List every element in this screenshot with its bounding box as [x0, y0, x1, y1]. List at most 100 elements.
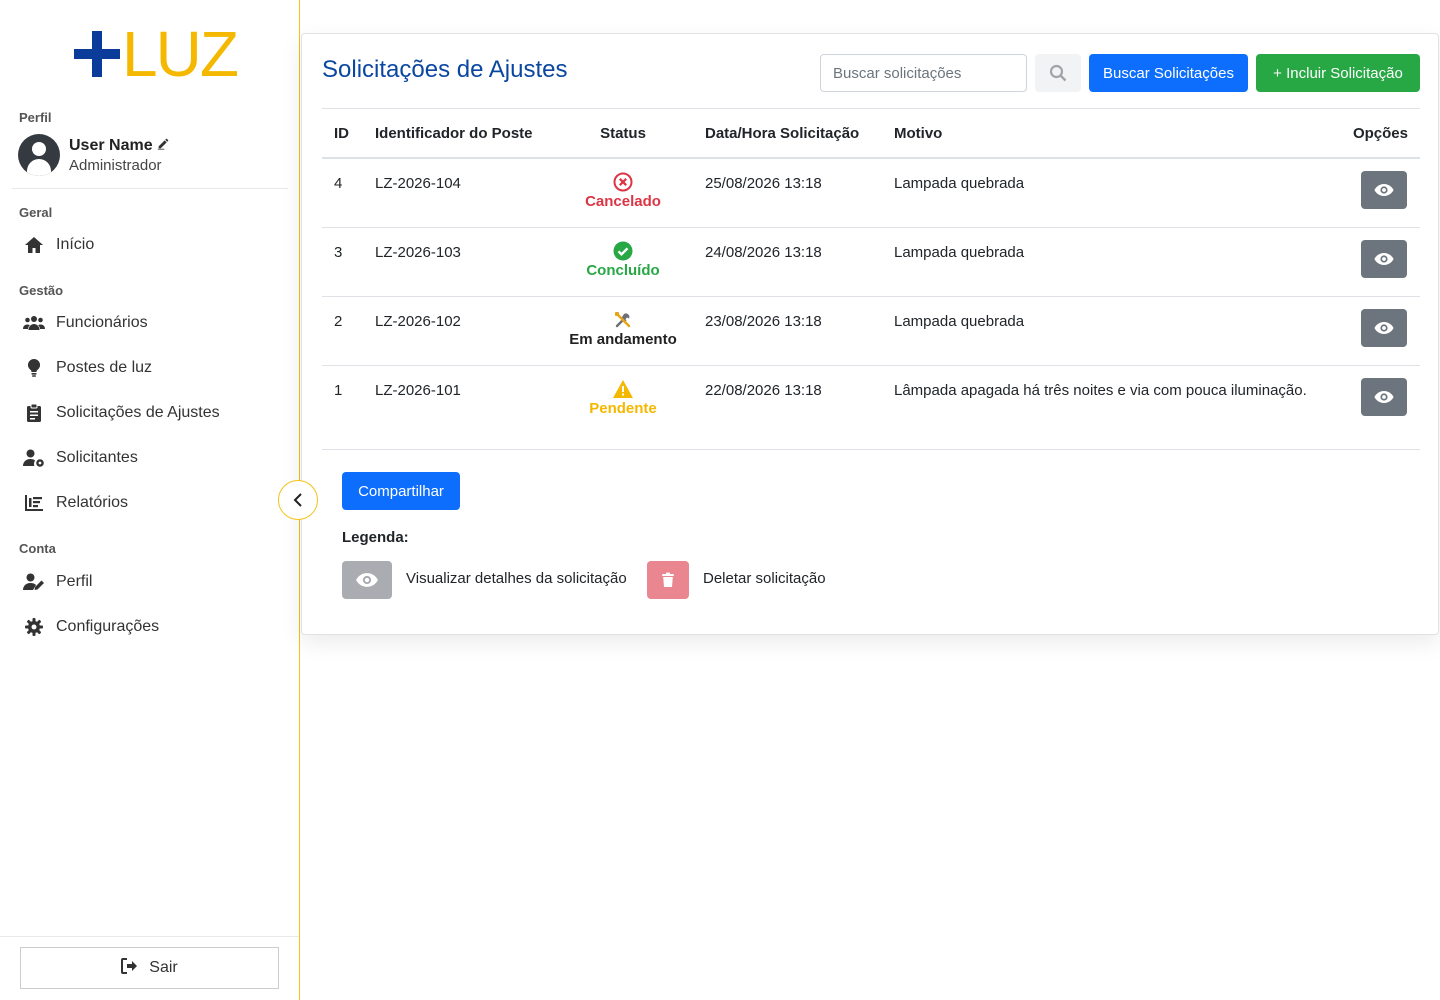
cell-motivo: Lampada quebrada — [894, 313, 1025, 330]
eye-icon — [356, 573, 378, 587]
cell-id: 3 — [334, 244, 343, 261]
table-row: 2 LZ-2026-102 Em andamento 23/08/2026 13… — [322, 297, 1420, 366]
chevron-left-icon — [293, 493, 302, 507]
sidebar-item-label: Configurações — [56, 618, 160, 635]
cell-poste: LZ-2026-102 — [375, 313, 461, 330]
search-requests-button[interactable]: Buscar Solicitações — [1089, 54, 1248, 92]
logout-label: Sair — [149, 959, 178, 976]
users-icon — [22, 313, 46, 333]
cell-id: 2 — [334, 313, 343, 330]
eye-icon — [1374, 322, 1394, 334]
legend-view-text: Visualizar detalhes da solicitação — [406, 570, 627, 587]
status-badge: Cancelado — [554, 171, 692, 210]
warning-icon — [612, 378, 634, 400]
sidebar-item-label: Solicitantes — [56, 449, 138, 466]
cell-poste: LZ-2026-103 — [375, 244, 461, 261]
status-text: Pendente — [589, 400, 657, 417]
sidebar-item-label: Perfil — [56, 573, 93, 590]
section-title-conta: Conta — [19, 541, 56, 556]
legend-view-swatch — [342, 561, 392, 599]
eye-icon — [1374, 391, 1394, 403]
sidebar-item-label: Solicitações de Ajustes — [56, 404, 220, 421]
cell-id: 4 — [334, 175, 343, 192]
eye-icon — [1374, 253, 1394, 265]
sidebar-item-postes[interactable]: Postes de luz — [22, 358, 152, 378]
section-title-geral: Geral — [19, 205, 53, 220]
sidebar: LUZ Perfil User Name Administrador Geral… — [0, 0, 300, 1000]
search-icon-button[interactable] — [1035, 54, 1081, 92]
status-text: Em andamento — [569, 331, 677, 348]
search-input[interactable] — [820, 54, 1027, 92]
clipboard-icon — [22, 403, 46, 423]
legend-delete-swatch — [647, 561, 689, 599]
sidebar-item-configuracoes[interactable]: Configurações — [22, 617, 159, 637]
column-header-opcoes: Opções — [1352, 125, 1408, 142]
collapse-sidebar-button[interactable] — [278, 480, 318, 520]
logo: LUZ — [74, 18, 239, 90]
add-request-button[interactable]: + Incluir Solicitação — [1256, 54, 1420, 92]
x-circle-icon — [613, 171, 633, 193]
column-header-id: ID — [334, 125, 349, 142]
user-gear-icon — [22, 448, 46, 468]
divider — [0, 936, 299, 937]
sidebar-item-label: Início — [56, 236, 95, 253]
sidebar-item-solicitantes[interactable]: Solicitantes — [22, 448, 138, 468]
cell-id: 1 — [334, 382, 343, 399]
column-header-status: Status — [600, 125, 646, 142]
cell-motivo: Lampada quebrada — [894, 175, 1025, 192]
logout-icon — [121, 957, 139, 979]
status-badge: Em andamento — [554, 309, 692, 348]
lightbulb-icon — [22, 358, 46, 378]
status-badge: Concluído — [554, 240, 692, 279]
divider — [322, 449, 1420, 450]
status-text: Concluído — [586, 262, 660, 279]
sidebar-item-relatorios[interactable]: Relatórios — [22, 493, 128, 513]
requests-card: Solicitações de Ajustes Buscar Solicitaç… — [301, 33, 1439, 635]
divider — [12, 188, 288, 189]
table-header: ID Identificador do Poste Status Data/Ho… — [322, 109, 1420, 159]
edit-icon[interactable] — [157, 137, 170, 155]
cell-datetime: 25/08/2026 13:18 — [705, 175, 822, 192]
sidebar-item-label: Funcionários — [56, 314, 148, 331]
section-title-profile: Perfil — [19, 110, 52, 125]
sidebar-item-solicitacoes[interactable]: Solicitações de Ajustes — [22, 403, 220, 423]
tools-icon — [614, 309, 632, 331]
user-role: Administrador — [69, 156, 162, 174]
status-badge: Pendente — [554, 378, 692, 417]
view-details-button[interactable] — [1361, 309, 1407, 347]
chart-icon — [22, 493, 46, 513]
cell-poste: LZ-2026-101 — [375, 382, 461, 399]
view-details-button[interactable] — [1361, 240, 1407, 278]
plus-icon — [74, 31, 120, 77]
column-header-datetime: Data/Hora Solicitação — [705, 125, 860, 142]
page-title: Solicitações de Ajustes — [322, 56, 568, 83]
share-button[interactable]: Compartilhar — [342, 472, 460, 510]
sidebar-item-label: Relatórios — [56, 494, 129, 511]
view-details-button[interactable] — [1361, 171, 1407, 209]
requests-table: ID Identificador do Poste Status Data/Ho… — [322, 108, 1420, 435]
trash-icon — [662, 572, 674, 587]
sidebar-item-inicio[interactable]: Início — [22, 235, 94, 255]
profile-block: User Name Administrador — [18, 134, 170, 176]
legend-title: Legenda: — [342, 529, 409, 546]
logo-text: LUZ — [122, 18, 239, 90]
check-circle-icon — [613, 240, 633, 262]
sidebar-item-label: Postes de luz — [56, 359, 153, 376]
column-header-motivo: Motivo — [894, 125, 943, 142]
sidebar-item-funcionarios[interactable]: Funcionários — [22, 313, 148, 333]
cell-motivo: Lâmpada apagada há três noites e via com… — [894, 382, 1307, 399]
sidebar-item-perfil[interactable]: Perfil — [22, 572, 92, 592]
user-name: User Name — [69, 136, 153, 154]
gear-icon — [22, 617, 46, 637]
user-edit-icon — [22, 572, 46, 592]
cell-poste: LZ-2026-104 — [375, 175, 461, 192]
column-header-poste: Identificador do Poste — [375, 125, 533, 142]
search-icon — [1049, 64, 1067, 82]
section-title-gestao: Gestão — [19, 283, 64, 298]
logout-button[interactable]: Sair — [20, 947, 279, 989]
table-row: 1 LZ-2026-101 Pendente 22/08/2026 13:18 … — [322, 366, 1420, 435]
table-row: 4 LZ-2026-104 Cancelado 25/08/2026 13:18… — [322, 159, 1420, 228]
cell-datetime: 23/08/2026 13:18 — [705, 313, 822, 330]
view-details-button[interactable] — [1361, 378, 1407, 416]
avatar — [18, 134, 60, 176]
